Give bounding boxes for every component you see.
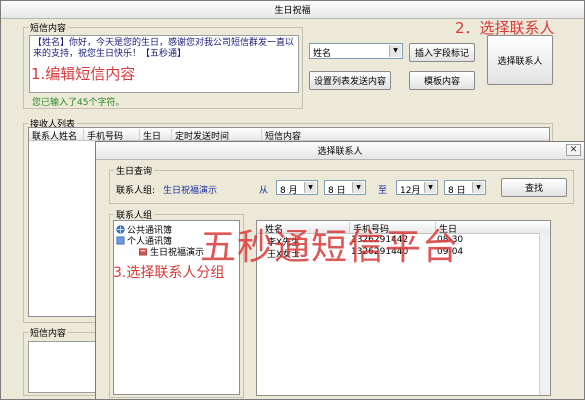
bottom-sms-legend: 短信内容 <box>30 329 67 339</box>
tree-node-birthday-demo[interactable]: 生日祝福演示 <box>138 245 204 259</box>
select-contact-button[interactable]: 选择联系人 <box>487 35 553 85</box>
set-list-content-button[interactable]: 设置列表发送内容 <box>309 71 391 90</box>
to-day-value: 8 日 <box>448 186 466 196</box>
to-month-value: 12月 <box>400 186 421 196</box>
receiver-list-header: 联系人姓名 手机号码 生日 定时发送时间 短信内容 <box>29 128 549 142</box>
to-month-select[interactable]: 12月 ▼ <box>396 180 438 196</box>
template-content-button[interactable]: 模板内容 <box>409 71 475 90</box>
from-day-select[interactable]: 8 日 ▼ <box>324 180 366 196</box>
annotation-step2: 2．选择联系人 <box>455 19 555 37</box>
annotation-step1: 1.编辑短信内容 <box>31 65 136 83</box>
receiver-col-content[interactable]: 短信内容 <box>261 129 381 142</box>
field-select-value: 姓名 <box>313 49 332 59</box>
field-select[interactable]: 姓名 ▼ <box>309 43 403 59</box>
sms-content-legend: 短信内容 <box>30 24 67 34</box>
insert-field-button[interactable]: 插入字段标记 <box>409 43 475 62</box>
dropdown-arrow-icon: ▼ <box>352 182 364 193</box>
from-month-value: 8 月 <box>280 186 298 196</box>
dropdown-arrow-icon: ▼ <box>304 182 316 193</box>
dropdown-arrow-icon: ▼ <box>424 182 436 193</box>
to-label: 至 <box>378 186 388 196</box>
from-day-value: 8 日 <box>328 186 346 196</box>
watermark-text: 五秒通短信平台 <box>200 227 460 268</box>
receiver-col-phone[interactable]: 手机号码 <box>83 129 139 142</box>
receiver-col-name[interactable]: 联系人姓名 <box>29 129 81 142</box>
tree-node-birthday-demo-label: 生日祝福演示 <box>150 248 205 258</box>
sms-text: 【姓名】你好，今天是您的生日，感谢您对我公司短信群发一直以来的支持，祝您生日快乐… <box>33 38 295 59</box>
table-scrollbar[interactable] <box>539 233 550 395</box>
receiver-col-schedule[interactable]: 定时发送时间 <box>171 129 261 142</box>
birthday-query-legend: 生日查询 <box>116 167 153 177</box>
dropdown-arrow-icon: ▼ <box>389 45 401 57</box>
from-month-select[interactable]: 8 月 ▼ <box>276 180 318 196</box>
search-button[interactable]: 查找 <box>501 178 567 197</box>
contact-group-icon <box>138 247 148 259</box>
char-count-text: 您已输入了45个字符。 <box>32 98 125 108</box>
contact-group-value: 生日祝福演示 <box>163 186 218 196</box>
bottom-sms-area[interactable] <box>28 341 100 393</box>
dropdown-arrow-icon: ▼ <box>472 182 484 193</box>
book-icon <box>116 236 125 248</box>
contact-group-label: 联系人组: <box>116 186 156 196</box>
to-day-select[interactable]: 8 日 ▼ <box>444 180 486 196</box>
from-label: 从 <box>259 186 269 196</box>
main-window-title: 生日祝福 <box>274 6 311 16</box>
dialog-title: 选择联系人 <box>317 147 363 157</box>
close-icon[interactable]: ✕ <box>566 144 581 156</box>
dialog-titlebar: 选择联系人 ✕ <box>96 142 584 160</box>
receiver-col-birthday[interactable]: 生日 <box>139 129 171 142</box>
